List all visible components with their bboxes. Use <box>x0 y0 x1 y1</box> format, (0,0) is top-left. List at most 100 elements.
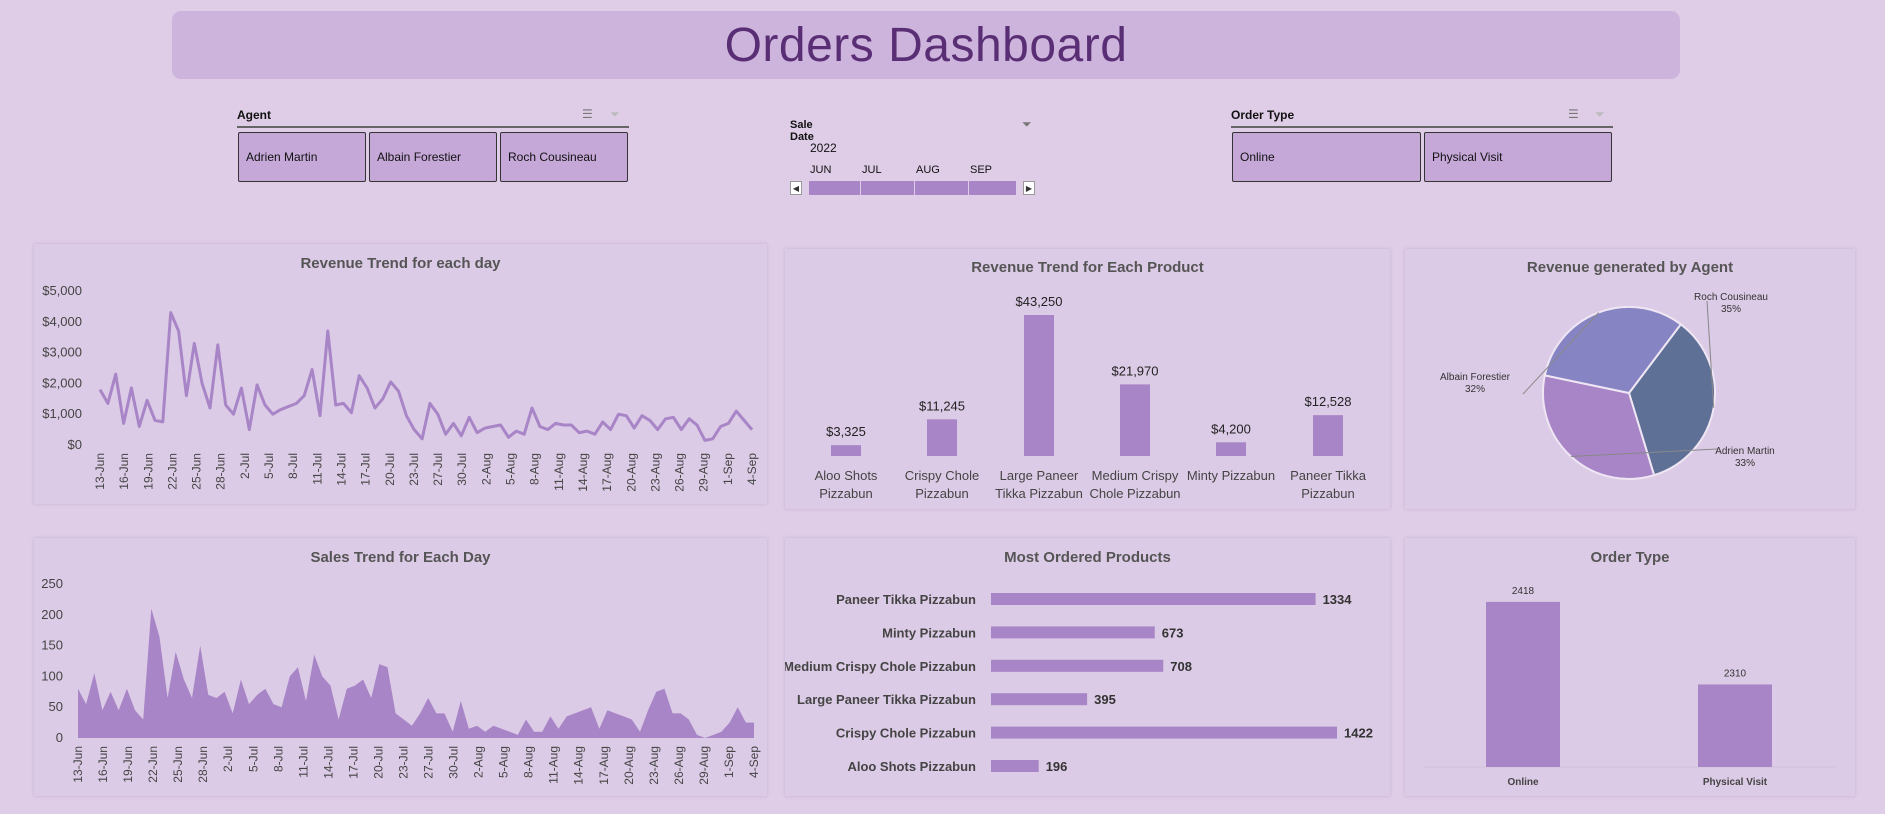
most-ordered-chart: Paneer Tikka Pizzabun 1334 Minty Pizzabun 6… <box>785 592 1373 774</box>
x-tick-label: 11-Jul <box>296 746 310 778</box>
timeline-segment-sep[interactable] <box>969 181 1016 195</box>
x-tick-label: 16-Jun <box>96 746 110 783</box>
timeline-scroll-left[interactable]: ◀ <box>790 181 802 195</box>
y-tick-label: 100 <box>41 668 63 683</box>
clear-filter-icon[interactable]: ⏷ <box>1595 107 1605 122</box>
x-tick-label: 28-Jun <box>214 453 228 490</box>
x-tick-label: 29-Aug <box>697 453 711 492</box>
x-tick-label: 23-Aug <box>648 453 662 492</box>
revenue-agent-chart: Roch Cousineau35% Adrien Martin33% Albain … <box>1440 292 1775 480</box>
clear-filter-icon[interactable]: ⏷ <box>1022 117 1032 132</box>
x-tick-label: 26-Aug <box>672 746 686 785</box>
category-label: Paneer Tikka <box>1290 468 1367 483</box>
timeline-segment-jul[interactable] <box>861 181 914 195</box>
revenue-product-chart: $3,325 Aloo Shots Pizzabun $11,245 Crispy Ch… <box>815 294 1367 501</box>
category-label: Paneer Tikka Pizzabun <box>836 592 976 607</box>
category-label: Large Paneer Tikka Pizzabun <box>797 692 976 707</box>
x-tick-label: 19-Jun <box>141 453 155 490</box>
x-tick-label: 20-Aug <box>622 746 636 785</box>
clear-filter-icon[interactable]: ⏷ <box>610 107 620 122</box>
x-tick-label: 8-Jul <box>286 453 300 479</box>
x-tick-label: 11-Jul <box>310 453 324 485</box>
line-series <box>98 311 754 442</box>
x-tick-label: 13-Jun <box>93 453 107 490</box>
x-tick-label: 17-Jul <box>346 746 360 779</box>
data-label: 2418 <box>1512 586 1535 597</box>
agent-slicer-title: Agent <box>237 108 271 122</box>
x-tick-label: 20-Aug <box>624 453 638 492</box>
multi-select-icon[interactable]: ☰ <box>582 107 593 121</box>
x-tick-label: 5-Aug <box>504 453 518 485</box>
data-label: 1422 <box>1344 726 1373 741</box>
x-tick-label: 28-Jun <box>196 746 210 783</box>
order-type-slicer: Order Type ☰ ⏷ Online Physical Visit <box>1231 106 1613 186</box>
slicer-item-online[interactable]: Online <box>1232 132 1421 182</box>
x-tick-label: 8-Aug <box>522 746 536 778</box>
x-tick-label: 14-Aug <box>572 746 586 785</box>
title-banner: Orders Dashboard <box>172 11 1680 79</box>
y-tick-label: $3,000 <box>42 345 82 360</box>
category-label: Tikka Pizzabun <box>995 486 1083 501</box>
x-tick-label: 11-Aug <box>547 746 561 784</box>
data-label: 196 <box>1046 759 1068 774</box>
x-tick-label: 30-Jul <box>447 746 461 779</box>
dashboard-title: Orders Dashboard <box>724 18 1128 72</box>
x-tick-label: 1-Sep <box>721 453 735 485</box>
revenue-product-panel: Revenue Trend for Each Product $3,325 Alo… <box>785 249 1390 509</box>
timeline-year: 2022 <box>810 141 837 155</box>
slicer-divider <box>1231 126 1613 128</box>
x-tick-label: 14-Jul <box>334 453 348 486</box>
y-tick-label: 50 <box>49 699 63 714</box>
data-label: $21,970 <box>1112 363 1159 378</box>
bar <box>1313 415 1343 456</box>
x-tick-label: 23-Jul <box>396 746 410 779</box>
x-tick-label: 5-Aug <box>497 746 511 778</box>
x-tick-label: 5-Jul <box>246 746 260 772</box>
category-label: Crispy Chole Pizzabun <box>836 726 976 741</box>
x-tick-label: 13-Jun <box>71 746 85 783</box>
category-label: Minty Pizzabun <box>882 625 976 640</box>
x-tick-label: 19-Jun <box>121 746 135 783</box>
agent-slicer: Agent ☰ ⏷ Adrien Martin Albain Forestier… <box>237 106 629 186</box>
x-tick-label: 23-Aug <box>647 746 661 785</box>
x-tick-label: 25-Jun <box>171 746 185 783</box>
data-label: $12,528 <box>1305 394 1352 409</box>
timeline-segment-jun[interactable] <box>809 181 860 195</box>
slicer-item-adrien-martin[interactable]: Adrien Martin <box>238 132 366 182</box>
timeline-scroll-right[interactable]: ▶ <box>1023 181 1035 195</box>
data-label: 708 <box>1170 659 1192 674</box>
bar <box>1486 601 1560 767</box>
slice-name-label: Adrien Martin <box>1715 446 1774 457</box>
slice-name-label: Roch Cousineau <box>1694 292 1768 303</box>
category-label: Crispy Chole <box>905 468 979 483</box>
multi-select-icon[interactable]: ☰ <box>1568 107 1579 121</box>
timeline-month-aug: AUG <box>916 164 940 176</box>
slice-percent-label: 35% <box>1721 304 1741 315</box>
order-type-panel: Order Type 2418 Online 2310 Physical Visit <box>1405 538 1855 796</box>
y-tick-label: 0 <box>56 730 63 745</box>
y-tick-label: $5,000 <box>42 283 82 298</box>
y-tick-label: $1,000 <box>42 406 82 421</box>
x-tick-label: 14-Aug <box>576 453 590 492</box>
timeline-title: Sale Date <box>790 119 814 143</box>
order-type-slicer-title: Order Type <box>1231 108 1295 122</box>
x-tick-label: 22-Jun <box>146 746 160 783</box>
bar <box>991 659 1164 672</box>
x-tick-label: 20-Jul <box>371 746 385 779</box>
timeline-month-jul: JUL <box>862 164 882 176</box>
x-tick-label: 2-Jul <box>238 453 252 479</box>
revenue-day-chart: $0 $1,000 $2,000 $3,000 $4,000 $5,000 13-Jun 16… <box>42 283 759 492</box>
slicer-item-physical-visit[interactable]: Physical Visit <box>1424 132 1612 182</box>
bar <box>1698 684 1772 767</box>
slicer-item-albain-forestier[interactable]: Albain Forestier <box>369 132 497 182</box>
bar <box>1024 315 1054 456</box>
slicer-item-roch-cousineau[interactable]: Roch Cousineau <box>500 132 628 182</box>
y-tick-label: $4,000 <box>42 314 82 329</box>
data-label: $4,200 <box>1211 421 1251 436</box>
bar <box>831 445 861 456</box>
x-tick-label: 27-Jul <box>431 453 445 486</box>
data-label: $11,245 <box>919 398 965 413</box>
timeline-segment-aug[interactable] <box>915 181 968 195</box>
x-tick-label: 22-Jun <box>165 453 179 490</box>
most-ordered-panel: Most Ordered Products Paneer Tikka Pizza… <box>785 538 1390 796</box>
